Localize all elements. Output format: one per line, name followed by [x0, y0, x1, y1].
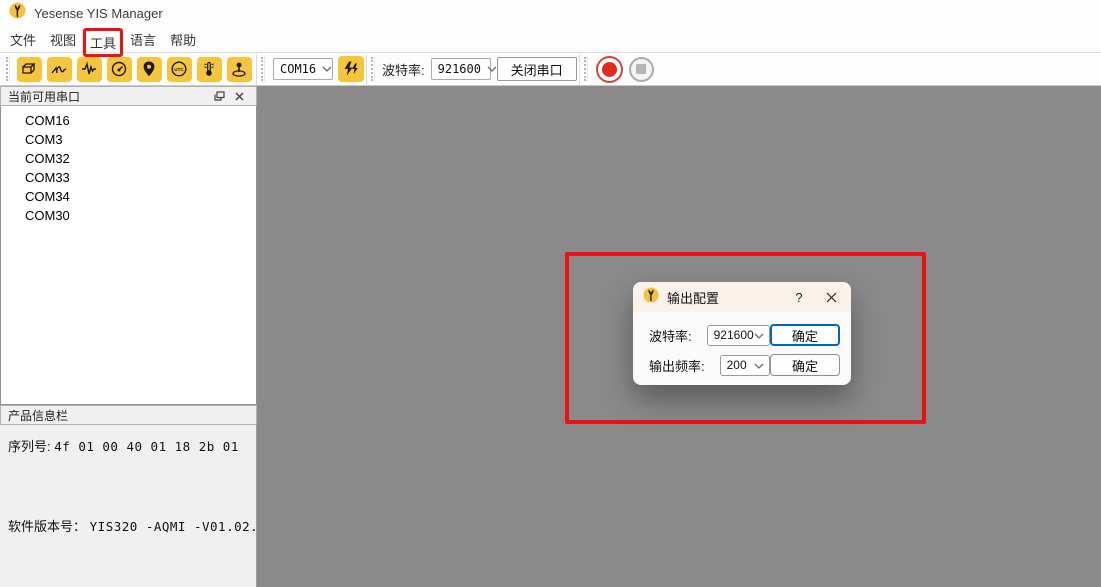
port-select[interactable]: COM16: [273, 58, 333, 80]
left-dock-panel: 当前可用串口 COM16 COM3 COM32 COM33 COM34 COM3…: [0, 86, 257, 587]
baud-rate-label: 波特率:: [382, 60, 425, 79]
workspace-area: 输出配置 ? 波特率: 921600 确定 输出频率: 200: [258, 86, 1101, 587]
dialog-output-rate-label: 输出频率:: [649, 356, 705, 375]
record-button[interactable]: [596, 56, 623, 83]
dialog-help-button[interactable]: ?: [783, 284, 815, 310]
dialog-output-rate-value: 200: [727, 358, 747, 372]
menu-language[interactable]: 语言: [123, 26, 163, 53]
dialog-baud-value: 921600: [714, 328, 754, 342]
float-panel-icon[interactable]: [209, 88, 229, 104]
product-info-panel: 序列号: 4f 01 00 40 01 18 2b 01 软件版本号： YIS3…: [0, 425, 256, 587]
serial-number-value: 4f 01 00 40 01 18 2b 01: [54, 439, 239, 454]
toolbar-grip[interactable]: [6, 57, 10, 81]
location-pin-icon[interactable]: [137, 57, 162, 82]
software-version-label: 软件版本号：: [8, 519, 86, 534]
baud-rate-select[interactable]: 921600: [431, 58, 491, 80]
toolbar-separator: [256, 54, 257, 85]
output-config-dialog: 输出配置 ? 波特率: 921600 确定 输出频率: 200: [633, 282, 851, 385]
stop-button[interactable]: [629, 57, 654, 82]
dialog-logo-icon: [643, 287, 659, 308]
stop-icon: [636, 64, 646, 74]
toolbar: UTC COM16 波特率: 92160: [0, 53, 1101, 86]
available-ports-list: COM16 COM3 COM32 COM33 COM34 COM30: [0, 106, 257, 405]
window-title: Yesense YIS Manager: [34, 6, 163, 21]
close-serial-port-button[interactable]: 关闭串口: [497, 57, 577, 81]
thermometer-icon[interactable]: [197, 57, 222, 82]
output-rate-confirm-button[interactable]: 确定: [770, 354, 840, 376]
port-select-value: COM16: [280, 62, 316, 76]
list-item[interactable]: COM34: [1, 187, 256, 206]
gauge-icon[interactable]: [107, 57, 132, 82]
info-panel-header: 产品信息栏: [0, 405, 257, 425]
utc-clock-icon[interactable]: UTC: [167, 57, 192, 82]
list-item[interactable]: COM3: [1, 130, 256, 149]
software-version-value: YIS320 -AQMI -V01.02.03;: [90, 519, 283, 534]
svg-text:UTC: UTC: [174, 67, 184, 72]
baud-confirm-button[interactable]: 确定: [770, 324, 840, 346]
menu-help[interactable]: 帮助: [163, 26, 203, 53]
menu-bar: 文件 视图 工具 语言 帮助: [0, 26, 1101, 53]
list-item[interactable]: COM32: [1, 149, 256, 168]
output-rate-config-row: 输出频率: 200 确定: [649, 354, 840, 376]
toolbar-grip[interactable]: [261, 57, 265, 81]
software-version-row: 软件版本号： YIS320 -AQMI -V01.02.03;: [8, 516, 282, 535]
dialog-baud-select[interactable]: 921600: [707, 325, 770, 346]
list-item[interactable]: COM30: [1, 206, 256, 225]
vibration-waveform-icon[interactable]: [77, 57, 102, 82]
dialog-output-rate-select[interactable]: 200: [720, 355, 770, 376]
dialog-close-icon[interactable]: [815, 284, 847, 310]
baud-rate-value: 921600: [438, 62, 481, 76]
menu-file[interactable]: 文件: [3, 26, 43, 53]
ports-panel-title: 当前可用串口: [8, 88, 80, 105]
toolbar-grip[interactable]: [584, 57, 588, 81]
toolbar-separator: [579, 54, 580, 85]
chevron-down-icon: [754, 358, 764, 372]
info-panel-title: 产品信息栏: [8, 407, 68, 424]
toolbar-grip[interactable]: [371, 57, 375, 81]
attitude-waveform-icon[interactable]: [47, 57, 72, 82]
chevron-down-icon: [754, 328, 764, 342]
menu-tools[interactable]: 工具: [83, 28, 123, 57]
close-panel-icon[interactable]: [229, 88, 249, 104]
list-item[interactable]: COM33: [1, 168, 256, 187]
chevron-down-icon: [487, 66, 497, 72]
scan-ports-button[interactable]: [338, 56, 364, 82]
ports-panel-header: 当前可用串口: [0, 86, 257, 106]
record-icon: [602, 62, 617, 77]
dialog-title-bar: 输出配置 ?: [633, 282, 851, 312]
baud-rate-config-row: 波特率: 921600 确定: [649, 324, 840, 346]
menu-view[interactable]: 视图: [43, 26, 83, 53]
dialog-baud-label: 波特率:: [649, 326, 692, 345]
title-bar: Yesense YIS Manager: [0, 0, 1101, 26]
toolbar-separator: [366, 54, 367, 85]
joystick-icon[interactable]: [227, 57, 252, 82]
serial-number-label: 序列号:: [8, 439, 51, 454]
chevron-down-icon: [322, 66, 332, 72]
app-logo-icon: [9, 2, 26, 24]
cube-icon[interactable]: [17, 57, 42, 82]
serial-number-row: 序列号: 4f 01 00 40 01 18 2b 01: [8, 436, 239, 455]
list-item[interactable]: COM16: [1, 111, 256, 130]
dialog-title: 输出配置: [667, 288, 719, 307]
